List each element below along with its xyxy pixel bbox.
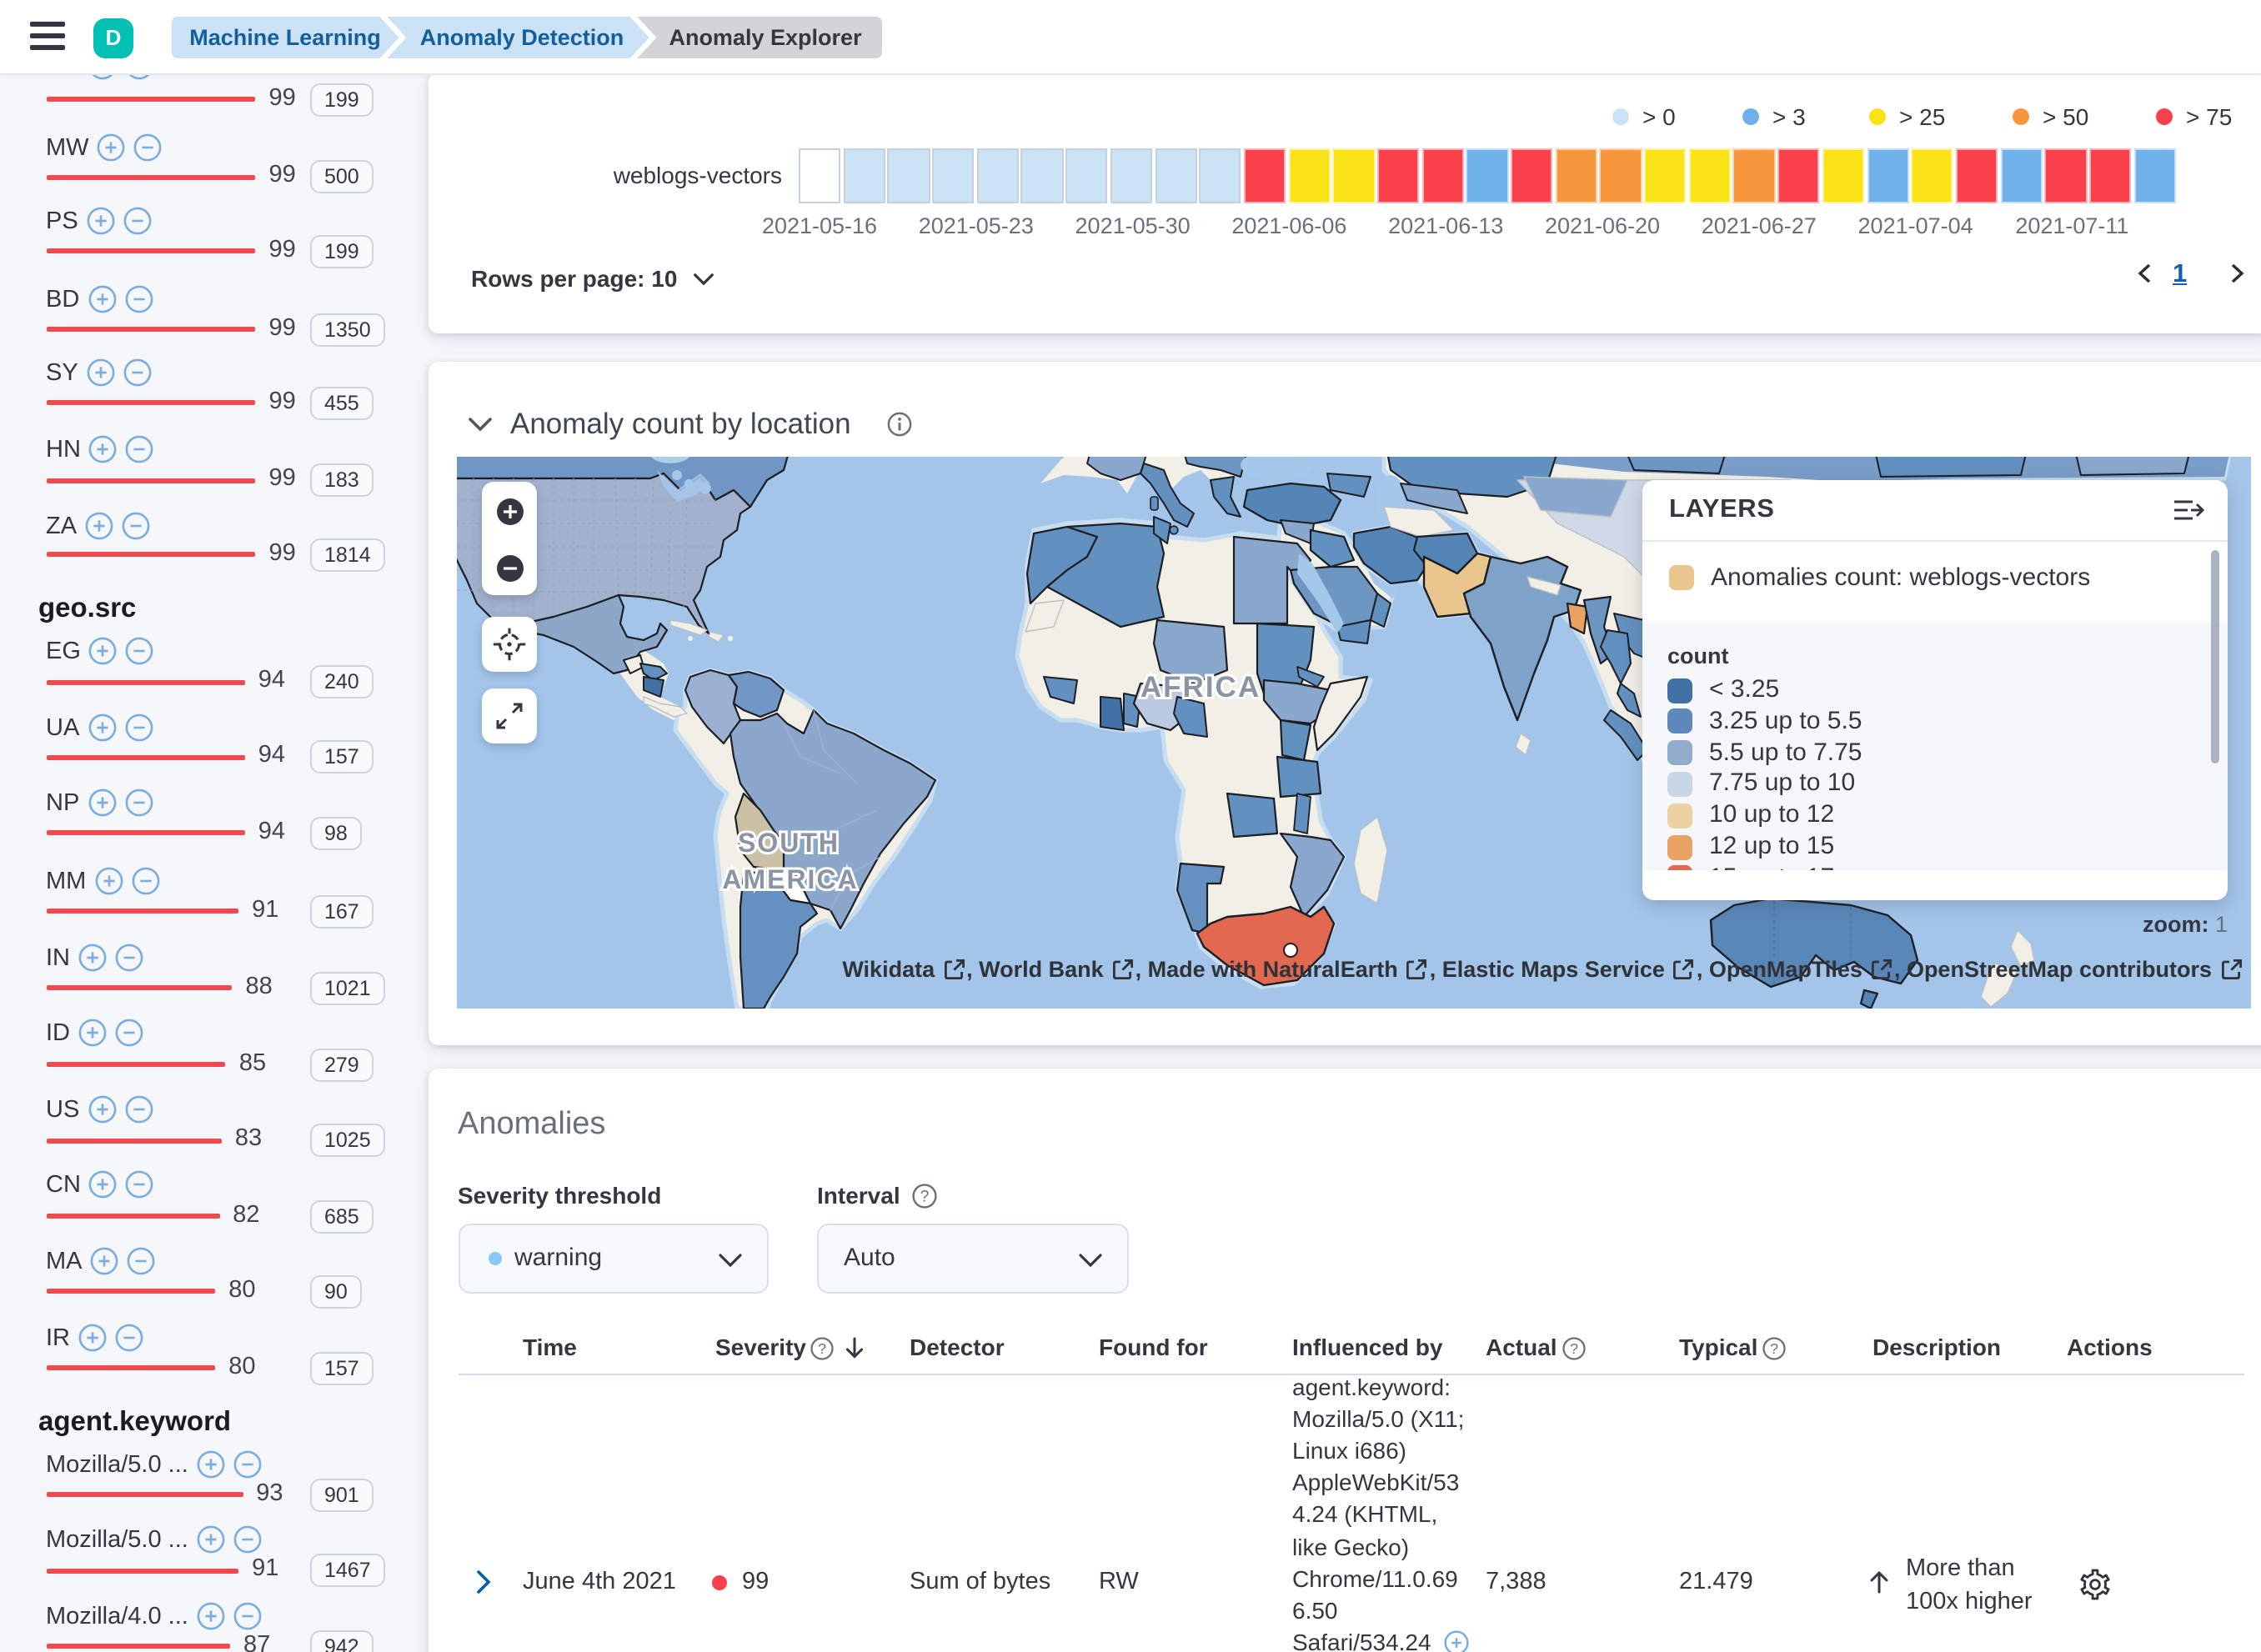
svg-text:Anomaly Detection: Anomaly Detection <box>420 25 624 50</box>
svg-text:Machine Learning: Machine Learning <box>189 25 381 50</box>
svg-text:Anomaly Explorer: Anomaly Explorer <box>669 25 862 50</box>
